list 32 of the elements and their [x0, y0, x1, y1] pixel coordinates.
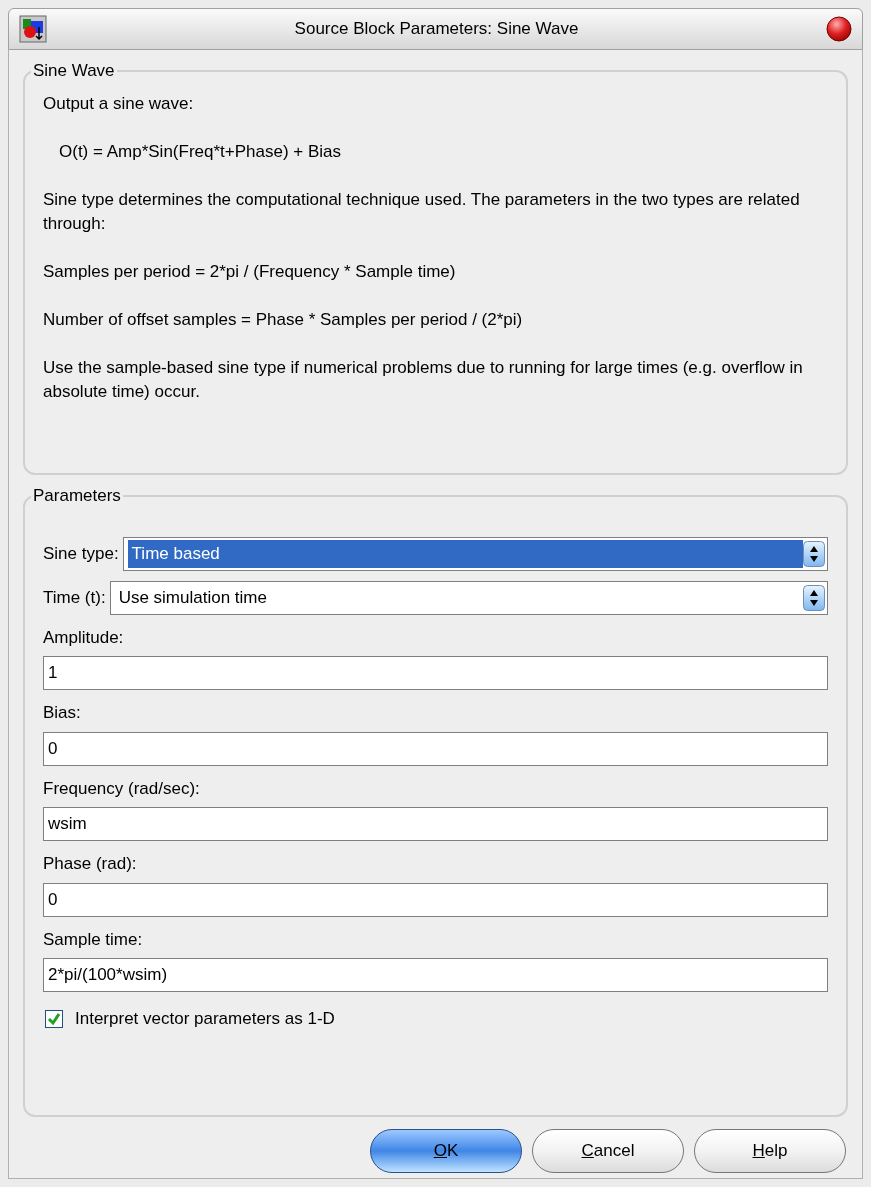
field-label: Bias:	[43, 702, 82, 724]
dialog-button[interactable]: Cancel	[532, 1129, 684, 1173]
input-field[interactable]: 0	[43, 882, 828, 917]
input-field[interactable]: 0	[43, 731, 828, 766]
checkbox-label: Interpret vector parameters as 1-D	[75, 1008, 335, 1030]
field-label: Sample time:	[43, 928, 144, 951]
formula-text: O(t) = Amp*Sin(Freq*t+Phase) + Bias	[58, 140, 343, 163]
description-text: Number of offset samples = Phase * Samples per period / (2*pi)	[43, 308, 524, 331]
field-label: Time (t):	[43, 586, 106, 609]
description-text: Output a sine wave:	[43, 92, 195, 115]
default-button[interactable]: OK	[370, 1129, 522, 1173]
close-icon[interactable]	[826, 16, 852, 42]
spinner-icon[interactable]	[803, 584, 825, 611]
window-title: Source Block Parameters: Sine Wave	[293, 18, 580, 41]
description-text: Use the sample-based sine type if numerical problems due to running for large times (e.g. overflow in absolute time) occur.	[43, 356, 804, 403]
group-title: Parameters	[32, 485, 122, 507]
checkbox[interactable]	[45, 1009, 63, 1028]
input-field[interactable]: 2*pi/(100*wsim)	[43, 958, 828, 992]
app-icon	[19, 15, 47, 43]
field-label: Frequency (rad/sec):	[43, 777, 201, 800]
dropdown[interactable]: Time based	[122, 536, 828, 571]
spinner-icon[interactable]	[803, 540, 825, 567]
field-label: Phase (rad):	[43, 853, 138, 875]
input-field[interactable]: wsim	[43, 807, 828, 841]
input-field[interactable]: 1	[43, 656, 828, 690]
group-title: Sine Wave	[32, 60, 116, 82]
dropdown[interactable]: Use simulation time	[109, 580, 828, 615]
dialog-button[interactable]: Help	[694, 1129, 846, 1173]
description-text: Samples per period = 2*pi / (Frequency * Sample time)	[43, 260, 457, 283]
field-label: Sine type:	[43, 542, 119, 565]
description-text: Sine type determines the computational technique used. The parameters in the two types are related through:	[43, 188, 801, 235]
field-label: Amplitude:	[43, 626, 125, 649]
